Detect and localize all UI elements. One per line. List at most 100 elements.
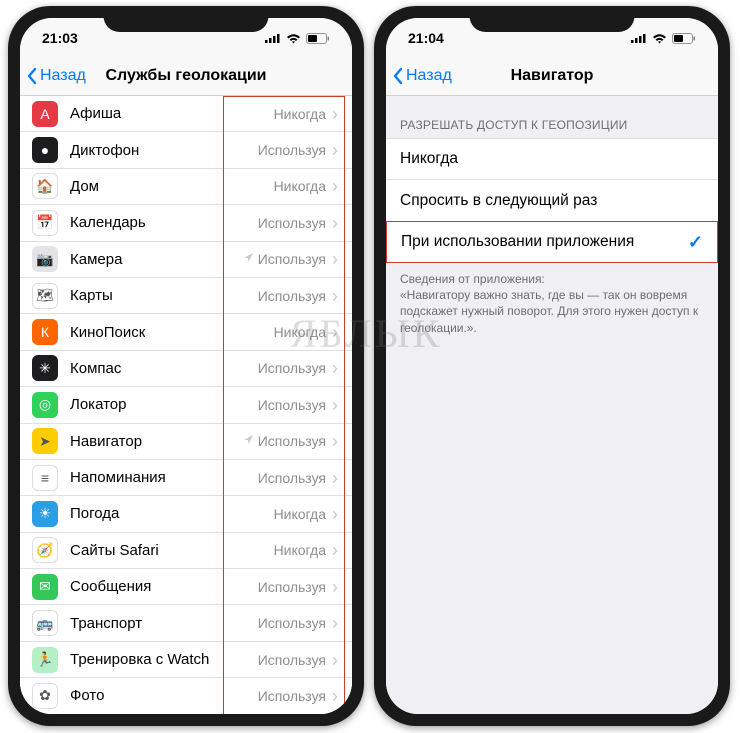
app-row[interactable]: А Афиша Никогда ›: [20, 96, 352, 132]
location-arrow-icon: [243, 432, 254, 450]
permission-option[interactable]: Спросить в следующий раз: [386, 180, 718, 222]
permission-option[interactable]: При использовании приложения✓: [386, 221, 718, 263]
app-icon: ➤: [32, 428, 58, 454]
app-list[interactable]: ААфишаНикогда›●ДиктофонИспользуя›🏠ДомНик…: [20, 96, 352, 714]
app-name-label: Локатор: [70, 396, 232, 413]
status-text: Используя: [258, 288, 326, 304]
status-time: 21:03: [42, 30, 78, 46]
chevron-right-icon: ›: [332, 651, 338, 669]
app-name-label: Компас: [70, 360, 232, 377]
app-row[interactable]: 📷КамераИспользуя›: [20, 242, 352, 278]
app-status: Никогда ›: [232, 105, 340, 123]
screen-left: 21:03 Назад Службы геолокации А Афиша Нико…: [20, 18, 352, 714]
footer-title: Сведения от приложения:: [400, 271, 704, 287]
back-label: Назад: [406, 67, 452, 85]
app-status: Используя ›: [232, 359, 340, 377]
app-icon: ✉: [32, 574, 58, 600]
app-row[interactable]: ☀ПогодаНикогда›: [20, 496, 352, 532]
app-status: Никогда›: [232, 541, 340, 559]
phone-pair: 21:03 Назад Службы геолокации А Афиша Нико…: [0, 0, 740, 732]
status-text: Используя: [258, 652, 326, 668]
status-text: Никогда: [274, 178, 326, 194]
app-name-label: Календарь: [70, 214, 232, 231]
battery-icon: [672, 33, 696, 44]
app-name-label: Афиша: [70, 105, 232, 122]
app-row[interactable]: ≡НапоминанияИспользуя›: [20, 460, 352, 496]
app-row[interactable]: 🏃 Тренировка с Watch Используя ›: [20, 642, 352, 678]
app-row[interactable]: 🚌ТранспортИспользуя›: [20, 605, 352, 641]
app-status: Используя›: [232, 250, 340, 268]
app-icon: К: [32, 319, 58, 345]
app-name-label: Камера: [70, 251, 232, 268]
status-indicators: [265, 33, 330, 44]
cellular-icon: [265, 33, 281, 43]
status-text: Используя: [258, 397, 326, 413]
app-row[interactable]: 📅КалендарьИспользуя›: [20, 205, 352, 241]
app-status: Используя ›: [232, 651, 340, 669]
wifi-icon: [286, 33, 301, 44]
nav-bar: Назад Службы геолокации: [20, 56, 352, 96]
app-name-label: Тренировка с Watch: [70, 651, 232, 668]
app-name-label: Напоминания: [70, 469, 232, 486]
status-text: Используя: [258, 615, 326, 631]
status-text: Никогда: [274, 542, 326, 558]
app-status: Никогда›: [232, 323, 340, 341]
app-name-label: Фото: [70, 687, 232, 704]
app-name-label: Сообщения: [70, 578, 232, 595]
app-row[interactable]: 🏠ДомНикогда›: [20, 169, 352, 205]
option-label: Спросить в следующий раз: [400, 192, 704, 210]
chevron-right-icon: ›: [332, 214, 338, 232]
app-icon: 🚌: [32, 610, 58, 636]
back-button[interactable]: Назад: [20, 67, 86, 85]
app-row[interactable]: ✿ ФотоИспользуя›: [20, 678, 352, 714]
app-icon: А: [32, 101, 58, 127]
app-icon: ✿: [32, 683, 58, 709]
notch: [470, 6, 635, 32]
status-text: Никогда: [274, 506, 326, 522]
app-status: Используя›: [232, 432, 340, 450]
status-text: Используя: [258, 215, 326, 231]
screen-right: 21:04 Назад Навигатор РАЗРЕШАТЬ ДОСТУП К…: [386, 18, 718, 714]
app-name-label: Диктофон: [70, 142, 232, 159]
chevron-right-icon: ›: [332, 105, 338, 123]
status-text: Используя: [258, 142, 326, 158]
status-text: Никогда: [274, 106, 326, 122]
app-status: Никогда›: [232, 177, 340, 195]
app-icon: 🏃: [32, 647, 58, 673]
app-row[interactable]: ✳КомпасИспользуя›: [20, 351, 352, 387]
app-row[interactable]: ➤ НавигаторИспользуя›: [20, 424, 352, 460]
back-button[interactable]: Назад: [386, 67, 452, 85]
app-status: Используя›: [232, 614, 340, 632]
status-text: Никогда: [274, 324, 326, 340]
chevron-right-icon: ›: [332, 505, 338, 523]
app-row[interactable]: 🧭Сайты SafariНикогда›: [20, 533, 352, 569]
wifi-icon: [652, 33, 667, 44]
app-icon: ≡: [32, 465, 58, 491]
chevron-right-icon: ›: [332, 396, 338, 414]
app-description: Сведения от приложения: «Навигатору важн…: [386, 263, 718, 344]
option-label: При использовании приложения: [401, 233, 688, 251]
app-status: Используя ›: [232, 287, 340, 305]
permission-option[interactable]: Никогда: [386, 138, 718, 180]
chevron-right-icon: ›: [332, 141, 338, 159]
chevron-right-icon: ›: [332, 469, 338, 487]
phone-right: 21:04 Назад Навигатор РАЗРЕШАТЬ ДОСТУП К…: [374, 6, 730, 726]
app-name-label: Погода: [70, 505, 232, 522]
app-row[interactable]: ●ДиктофонИспользуя›: [20, 132, 352, 168]
app-name-label: Навигатор: [70, 433, 232, 450]
app-icon: 🧭: [32, 537, 58, 563]
app-row[interactable]: ◎ЛокаторИспользуя›: [20, 387, 352, 423]
app-status: Используя ›: [232, 141, 340, 159]
chevron-right-icon: ›: [332, 287, 338, 305]
status-text: Используя: [258, 360, 326, 376]
status-text: Используя: [258, 688, 326, 704]
app-row[interactable]: ✉СообщенияИспользуя›: [20, 569, 352, 605]
chevron-right-icon: ›: [332, 359, 338, 377]
app-status: Используя›: [232, 687, 340, 705]
chevron-right-icon: ›: [332, 432, 338, 450]
app-name-label: Дом: [70, 178, 232, 195]
app-icon: 🗺: [32, 283, 58, 309]
app-row[interactable]: 🗺КартыИспользуя›: [20, 278, 352, 314]
footer-body: «Навигатору важно знать, где вы — так он…: [400, 287, 704, 336]
app-row[interactable]: ККиноПоискНикогда›: [20, 314, 352, 350]
